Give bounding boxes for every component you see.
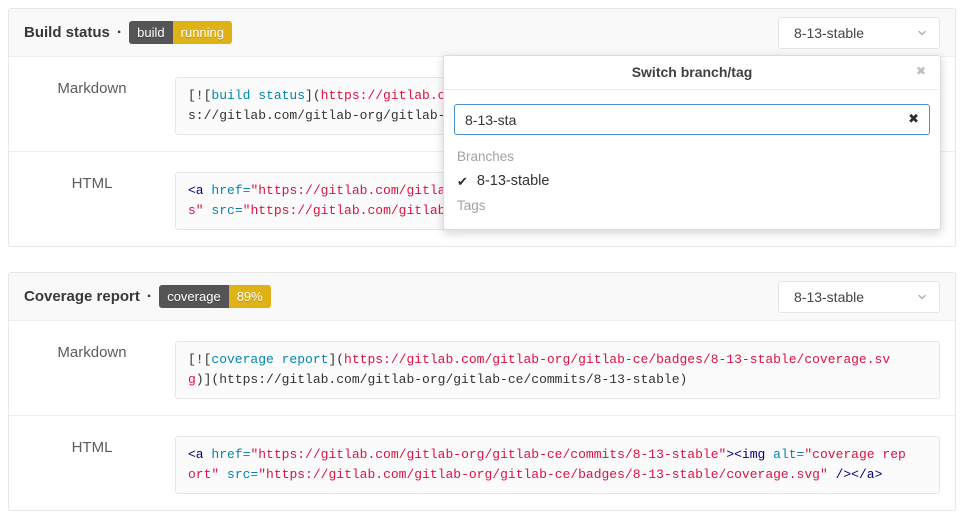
branch-selector-value: 8-13-stable xyxy=(794,289,864,305)
branches-section-label: Branches xyxy=(444,145,940,168)
row-label-markdown: Markdown xyxy=(9,341,175,399)
row-label-html: HTML xyxy=(9,436,175,494)
panel-title: Build status xyxy=(24,24,110,41)
row-label-markdown: Markdown xyxy=(9,77,175,135)
branch-search-input[interactable] xyxy=(454,104,930,135)
clear-search-icon[interactable]: ✖ xyxy=(908,112,919,125)
popup-header: Switch branch/tag ✖ xyxy=(444,56,940,90)
row-label-html: HTML xyxy=(9,172,175,230)
badge-value: running xyxy=(173,21,232,44)
check-icon: ✔ xyxy=(457,175,468,188)
branch-selector-value: 8-13-stable xyxy=(794,25,864,41)
markdown-code: [![coverage report](https://gitlab.com/g… xyxy=(188,350,910,390)
coverage-report-panel-header: Coverage report · coverage 89% 8-13-stab… xyxy=(9,273,955,321)
branch-item-name: 8-13-stable xyxy=(477,173,550,189)
title-separator: · xyxy=(147,288,152,306)
markdown-row: Markdown [![coverage report](https://git… xyxy=(9,321,955,415)
close-icon[interactable]: ✖ xyxy=(916,65,926,77)
badge-label: build xyxy=(129,21,172,44)
branch-search: ✖ xyxy=(454,104,930,135)
markdown-code-block: [![coverage report](https://gitlab.com/g… xyxy=(175,341,940,399)
html-code: <a href="https://gitlab.com/gitlab-org/g… xyxy=(188,445,910,485)
branch-selector-dropdown[interactable]: 8-13-stable xyxy=(778,17,940,49)
chevron-down-icon xyxy=(916,27,928,39)
badge-label: coverage xyxy=(159,285,228,308)
switch-branch-popup: Switch branch/tag ✖ ✖ Branches ✔ 8-13-st… xyxy=(443,55,941,230)
branch-list: Branches ✔ 8-13-stable Tags xyxy=(444,135,940,229)
chevron-down-icon xyxy=(916,291,928,303)
badge-value: 89% xyxy=(229,285,271,308)
build-status-panel-header: Build status · build running 8-13-stable xyxy=(9,9,955,57)
html-code-block: <a href="https://gitlab.com/gitlab-org/g… xyxy=(175,436,940,494)
branch-selector-dropdown[interactable]: 8-13-stable xyxy=(778,281,940,313)
html-row: HTML <a href="https://gitlab.com/gitlab-… xyxy=(9,415,955,510)
branch-item-8-13-stable[interactable]: ✔ 8-13-stable xyxy=(444,168,940,194)
panel-title: Coverage report xyxy=(24,288,140,305)
popup-title: Switch branch/tag xyxy=(632,64,753,80)
coverage-badge: coverage 89% xyxy=(159,285,271,308)
tags-section-label: Tags xyxy=(444,194,940,217)
title-separator: · xyxy=(117,24,122,42)
coverage-report-panel: Coverage report · coverage 89% 8-13-stab… xyxy=(8,272,956,511)
build-status-badge: build running xyxy=(129,21,232,44)
